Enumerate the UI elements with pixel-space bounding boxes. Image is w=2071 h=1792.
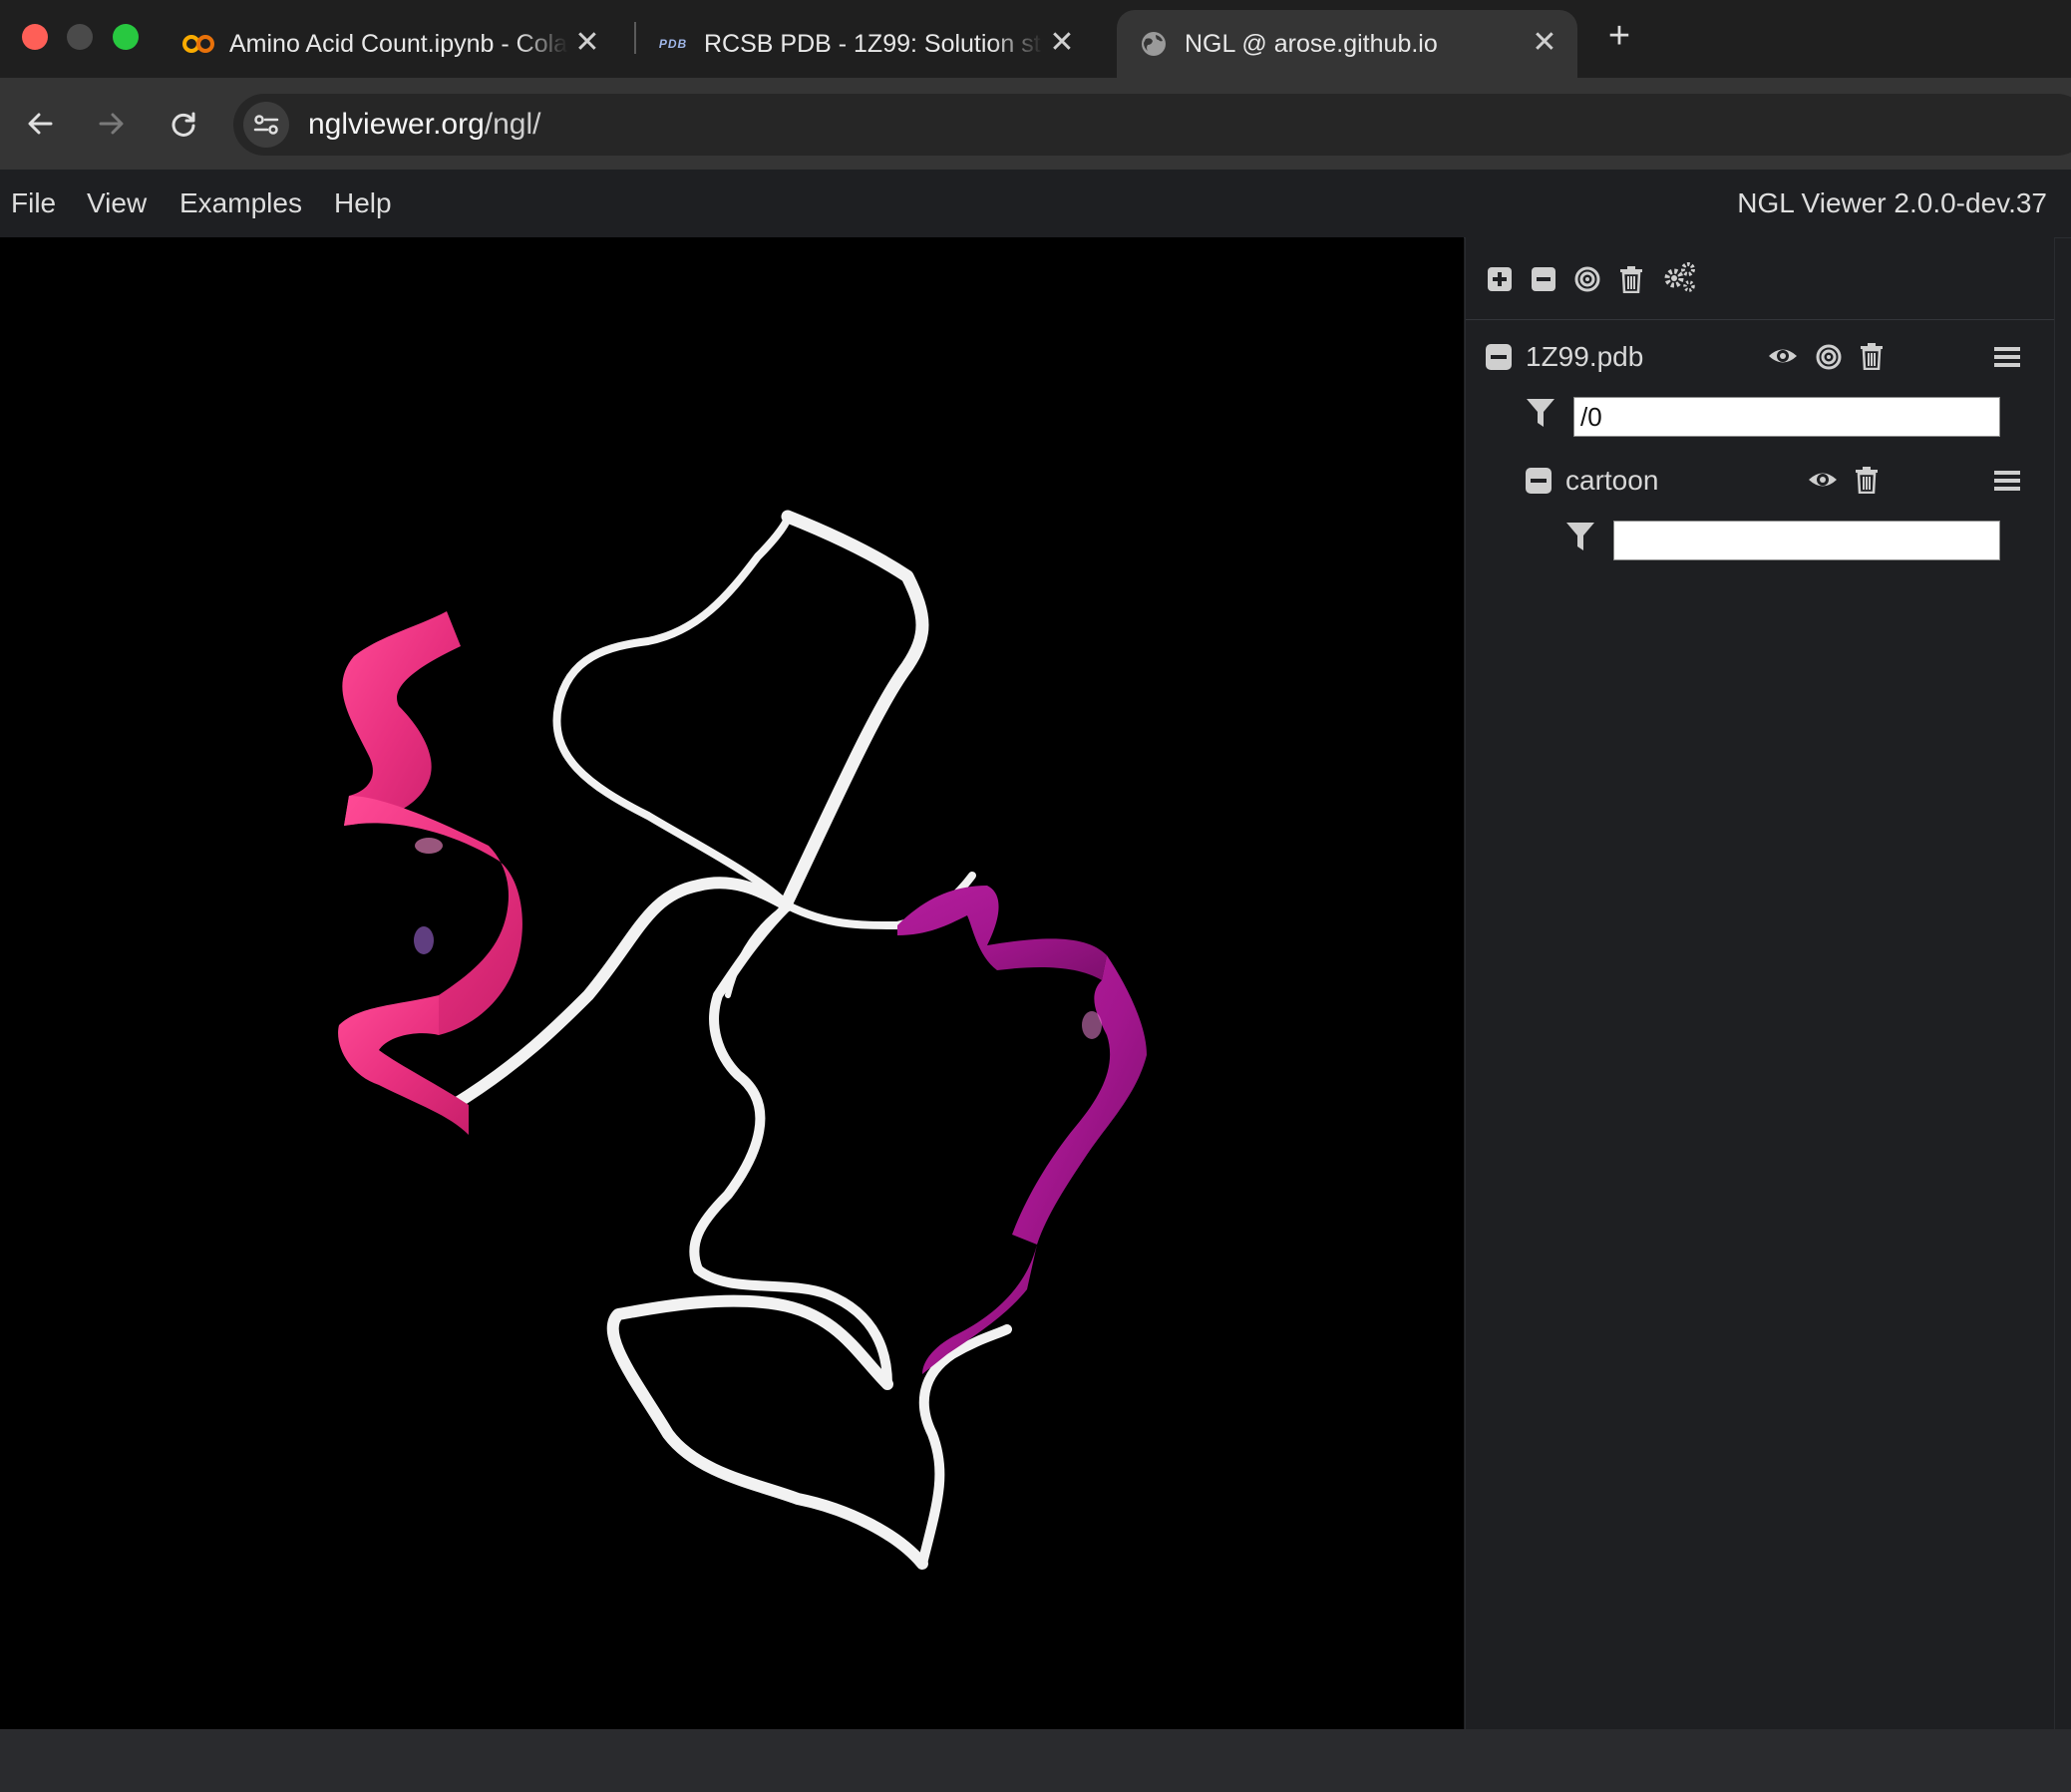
sidebar-toolbar <box>1466 237 2054 320</box>
plus-square-icon[interactable] <box>1484 263 1516 295</box>
filter-icon <box>1565 521 1595 557</box>
coil-ribbon <box>448 510 1012 1570</box>
trash-icon[interactable] <box>1615 263 1647 295</box>
window-close-button[interactable] <box>22 24 48 50</box>
menu-bar: File View Examples Help NGL Viewer 2.0.0… <box>0 170 2071 238</box>
version-label: NGL Viewer 2.0.0-dev.37 <box>1737 187 2047 218</box>
eye-icon[interactable] <box>1807 465 1839 500</box>
eye-icon[interactable] <box>1767 341 1799 376</box>
tab-title: RCSB PDB - 1Z99: Solution structure <box>704 29 1043 58</box>
browser-tab-strip: Amino Acid Count.ipynb - Colab ✕ PDB RCS… <box>0 0 2071 78</box>
representation-filter-input[interactable] <box>1613 521 2000 560</box>
colab-icon <box>181 27 215 61</box>
menu-view[interactable]: View <box>87 187 147 219</box>
magenta-helix <box>897 886 1147 1374</box>
reload-button[interactable] <box>160 100 207 148</box>
component-menu-icon[interactable] <box>1994 345 2020 374</box>
sidebar-panel: 1Z99.pdb cartoon <box>1465 237 2055 1729</box>
forward-arrow-icon <box>99 113 124 135</box>
delete-representation-icon[interactable] <box>1855 466 1879 499</box>
status-bar <box>0 1729 2071 1792</box>
back-button[interactable] <box>16 100 64 148</box>
menu-file[interactable]: File <box>11 187 56 219</box>
molecule-viewport[interactable] <box>0 237 1464 1729</box>
new-tab-button[interactable]: + <box>1599 14 1639 58</box>
address-bar[interactable]: nglviewer.org/ngl/ <box>233 94 2071 156</box>
protein-cartoon-render[interactable] <box>0 237 1464 1729</box>
representation-row: cartoon <box>1526 461 2044 501</box>
back-arrow-icon <box>28 113 53 135</box>
pdb-badge-text: PDB <box>658 37 688 51</box>
menu-help[interactable]: Help <box>334 187 392 219</box>
browser-tab-colab[interactable]: Amino Acid Count.ipynb - Colab ✕ <box>162 10 620 78</box>
collapse-component-button[interactable] <box>1486 344 1512 370</box>
url-host: nglviewer.org <box>308 108 485 141</box>
globe-icon <box>1137 27 1171 61</box>
close-tab-icon[interactable]: ✕ <box>572 28 602 58</box>
filter-icon <box>1526 397 1555 434</box>
collapse-representation-button[interactable] <box>1526 468 1552 494</box>
component-filter-input[interactable] <box>1573 397 2000 437</box>
close-tab-icon[interactable]: ✕ <box>1047 28 1077 58</box>
center-target-icon[interactable] <box>1815 343 1843 376</box>
ngl-app: File View Examples Help NGL Viewer 2.0.0… <box>0 170 2071 1792</box>
forward-button[interactable] <box>88 100 136 148</box>
close-tab-icon[interactable]: ✕ <box>1530 28 1559 58</box>
browser-tab-rcsb[interactable]: PDB RCSB PDB - 1Z99: Solution structure … <box>636 10 1095 78</box>
tab-title: NGL @ arose.github.io <box>1185 29 1438 58</box>
url-path: /ngl/ <box>484 108 541 141</box>
pink-helix <box>338 611 522 1135</box>
reload-icon <box>172 112 195 137</box>
minus-square-icon[interactable] <box>1528 263 1559 295</box>
menu-examples[interactable]: Examples <box>179 187 302 219</box>
browser-tab-ngl[interactable]: NGL @ arose.github.io ✕ <box>1117 10 1577 78</box>
url-text[interactable]: nglviewer.org/ngl/ <box>308 108 540 142</box>
pdb-icon: PDB <box>656 27 690 61</box>
gears-icon[interactable] <box>1659 261 1699 293</box>
browser-toolbar: nglviewer.org/ngl/ <box>0 78 2071 170</box>
component-row: 1Z99.pdb <box>1486 337 2044 377</box>
target-icon[interactable] <box>1571 263 1603 295</box>
component-name: 1Z99.pdb <box>1526 341 1644 372</box>
window-minimize-button[interactable] <box>67 24 93 50</box>
representation-menu-icon[interactable] <box>1994 469 2020 498</box>
tab-title: Amino Acid Count.ipynb - Colab <box>229 29 568 58</box>
site-settings-icon[interactable] <box>243 102 289 148</box>
representation-name: cartoon <box>1565 465 1659 496</box>
delete-component-icon[interactable] <box>1860 342 1884 375</box>
window-maximize-button[interactable] <box>113 24 139 50</box>
